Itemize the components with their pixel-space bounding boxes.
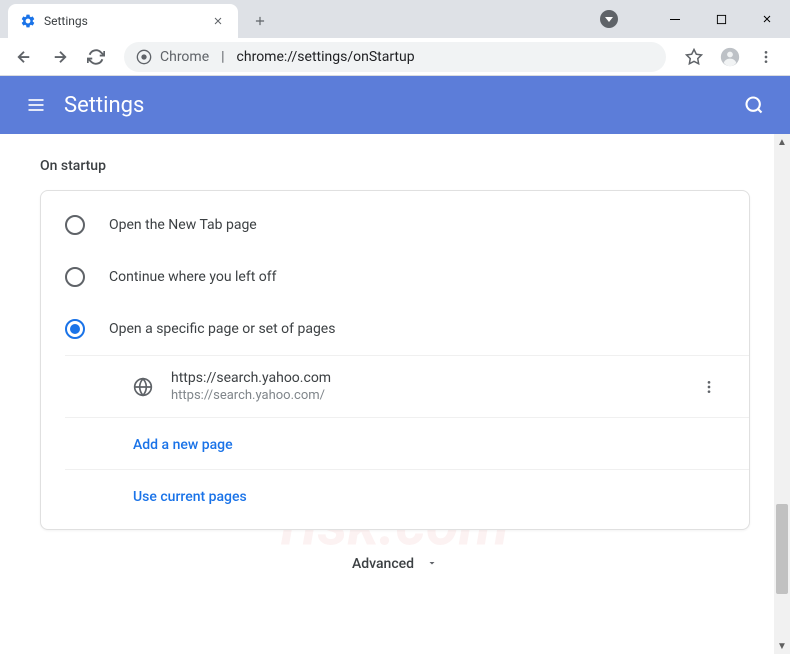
bookmark-star-icon[interactable] xyxy=(678,41,710,73)
new-tab-button[interactable] xyxy=(246,7,274,35)
settings-header: Settings xyxy=(0,76,790,134)
startup-page-url: https://search.yahoo.com/ xyxy=(171,388,675,403)
maximize-button[interactable] xyxy=(698,0,744,38)
tab-strip: Settings xyxy=(0,0,790,38)
page-info: https://search.yahoo.com https://search.… xyxy=(171,370,675,403)
minimize-button[interactable] xyxy=(652,0,698,38)
settings-gear-icon xyxy=(20,13,36,29)
globe-icon xyxy=(133,377,153,397)
profile-avatar-icon[interactable] xyxy=(714,41,746,73)
url-path: chrome://settings/onStartup xyxy=(237,49,415,65)
forward-button[interactable] xyxy=(44,41,76,73)
site-info-icon[interactable] xyxy=(136,49,152,65)
url-divider: | xyxy=(221,49,224,65)
add-page-link[interactable]: Add a new page xyxy=(133,437,233,453)
advanced-toggle[interactable]: Advanced xyxy=(40,530,750,597)
advanced-label: Advanced xyxy=(352,556,414,572)
startup-page-title: https://search.yahoo.com xyxy=(171,370,675,386)
content-area: PC risk.com On startup Open the New Tab … xyxy=(0,134,790,654)
radio-button[interactable] xyxy=(65,319,85,339)
browser-tab[interactable]: Settings xyxy=(8,4,238,38)
radio-new-tab[interactable]: Open the New Tab page xyxy=(41,199,749,251)
url-scheme: Chrome xyxy=(160,49,209,65)
chevron-down-icon xyxy=(426,554,438,573)
radio-specific-page[interactable]: Open a specific page or set of pages xyxy=(41,303,749,355)
search-icon[interactable] xyxy=(734,85,774,125)
use-current-link[interactable]: Use current pages xyxy=(133,489,247,505)
hamburger-menu-icon[interactable] xyxy=(16,85,56,125)
extension-dropdown-icon[interactable] xyxy=(600,10,618,28)
startup-page-entry: https://search.yahoo.com https://search.… xyxy=(65,355,749,417)
more-options-icon[interactable] xyxy=(693,371,725,403)
add-page-row: Add a new page xyxy=(65,417,749,469)
window-controls xyxy=(652,0,790,38)
startup-card: Open the New Tab page Continue where you… xyxy=(40,190,750,530)
tab-title: Settings xyxy=(44,14,202,28)
chrome-menu-icon[interactable] xyxy=(750,41,782,73)
back-button[interactable] xyxy=(8,41,40,73)
radio-button[interactable] xyxy=(65,267,85,287)
browser-toolbar: Chrome | chrome://settings/onStartup xyxy=(0,38,790,76)
address-bar[interactable]: Chrome | chrome://settings/onStartup xyxy=(124,42,666,72)
section-title: On startup xyxy=(40,158,750,174)
radio-continue[interactable]: Continue where you left off xyxy=(41,251,749,303)
reload-button[interactable] xyxy=(80,41,112,73)
close-window-button[interactable] xyxy=(744,0,790,38)
close-tab-icon[interactable] xyxy=(210,13,226,29)
radio-label: Open the New Tab page xyxy=(109,217,257,233)
use-current-row: Use current pages xyxy=(65,469,749,521)
scroll-down-arrow[interactable]: ▼ xyxy=(774,638,790,654)
radio-button[interactable] xyxy=(65,215,85,235)
page-title: Settings xyxy=(64,93,734,118)
radio-label: Open a specific page or set of pages xyxy=(109,321,335,337)
radio-label: Continue where you left off xyxy=(109,269,277,285)
